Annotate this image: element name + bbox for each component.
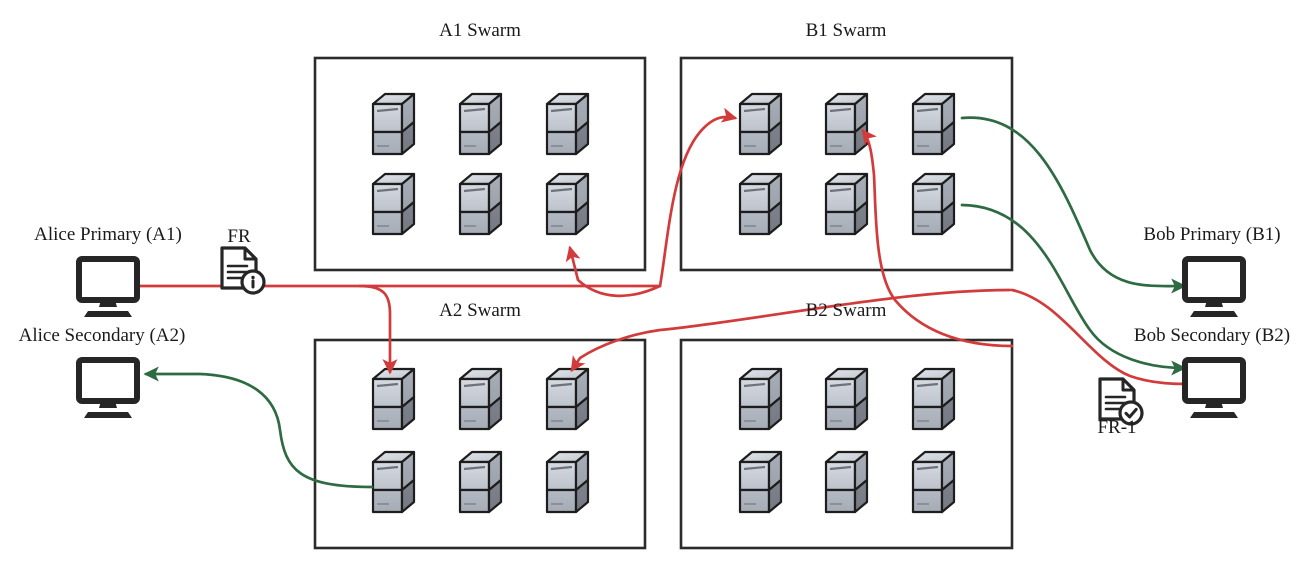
- endpoint-label-alice-primary: Alice Primary (A1): [34, 224, 182, 245]
- server-icon-b2-3[interactable]: [911, 367, 956, 431]
- monitor-neck: [99, 401, 117, 408]
- server-front-lower: [738, 488, 771, 514]
- server-icon-a2-1[interactable]: [371, 367, 416, 431]
- server-front-lower: [824, 488, 857, 514]
- monitor-icon-bob-secondary[interactable]: [1182, 357, 1246, 418]
- monitor-neck: [99, 300, 117, 307]
- server-icon-b1-1[interactable]: [738, 92, 783, 156]
- monitor-stand: [84, 412, 132, 418]
- swarm-box-a1: [313, 56, 647, 272]
- endpoint-label-bob-primary: Bob Primary (B1): [1143, 224, 1280, 245]
- server-icon-b1-5[interactable]: [824, 172, 869, 236]
- server-front-lower: [371, 130, 404, 156]
- monitor-neck: [1205, 300, 1223, 307]
- monitor-screen: [1182, 357, 1246, 404]
- monitor-screen: [1182, 256, 1246, 303]
- server-icon-a1-5[interactable]: [458, 172, 503, 236]
- server-icon-a1-1[interactable]: [371, 92, 416, 156]
- monitor-screen: [76, 357, 140, 404]
- server-front-lower: [911, 488, 944, 514]
- server-front-lower: [911, 130, 944, 156]
- monitor-neck: [1205, 401, 1223, 408]
- monitor-icon-bob-primary[interactable]: [1182, 256, 1246, 317]
- server-icon-b2-6[interactable]: [911, 450, 956, 514]
- server-front-lower: [824, 405, 857, 431]
- server-icon-a2-4[interactable]: [371, 450, 416, 514]
- swarm-boxes-group: [313, 56, 1014, 550]
- server-icon-a2-5[interactable]: [458, 450, 503, 514]
- diagram-canvas: A1 Swarm B1 Swarm A2 Swarm B2 Swarm Alice Pr…: [0, 0, 1316, 567]
- server-icon-a1-2[interactable]: [458, 92, 503, 156]
- server-front-lower: [738, 210, 771, 236]
- server-front-lower: [458, 130, 491, 156]
- server-icon-b2-1[interactable]: [738, 367, 783, 431]
- endpoint-label-bob-secondary: Bob Secondary (B2): [1134, 325, 1290, 346]
- server-front-lower: [545, 488, 578, 514]
- server-front-lower: [738, 405, 771, 431]
- server-front-lower: [458, 405, 491, 431]
- monitor-stand: [1190, 412, 1238, 418]
- server-front-lower: [371, 488, 404, 514]
- server-icon-a1-3[interactable]: [545, 92, 590, 156]
- server-icon-b2-2[interactable]: [824, 367, 869, 431]
- server-icon-a2-2[interactable]: [458, 367, 503, 431]
- server-front-lower: [911, 210, 944, 236]
- server-front-lower: [911, 405, 944, 431]
- flow-links-group: [137, 107, 1188, 489]
- server-front-lower: [738, 130, 771, 156]
- endpoint-label-alice-secondary: Alice Secondary (A2): [19, 325, 186, 346]
- server-front-lower: [545, 405, 578, 431]
- document-label-fr-1: FR-1: [1097, 417, 1136, 438]
- server-icon-a1-6[interactable]: [545, 172, 590, 236]
- swarm-box-b1: [679, 56, 1014, 272]
- server-front-lower: [824, 210, 857, 236]
- server-front-lower: [458, 210, 491, 236]
- server-front-lower: [371, 210, 404, 236]
- monitor-icon-alice-primary[interactable]: [76, 256, 140, 317]
- server-icon-b1-6[interactable]: [911, 172, 956, 236]
- server-icon-b2-5[interactable]: [824, 450, 869, 514]
- server-front-lower: [545, 210, 578, 236]
- server-front-lower: [371, 405, 404, 431]
- server-icon-a2-3[interactable]: [545, 367, 590, 431]
- swarm-title-a2: A2 Swarm: [439, 300, 521, 321]
- document-icon-fr[interactable]: [220, 246, 266, 295]
- monitor-stand: [1190, 311, 1238, 317]
- monitor-screen: [76, 256, 140, 303]
- server-icon-a2-6[interactable]: [545, 450, 590, 514]
- monitor-icon-alice-secondary[interactable]: [76, 357, 140, 418]
- server-front-lower: [824, 130, 857, 156]
- server-icon-b2-4[interactable]: [738, 450, 783, 514]
- monitor-stand: [84, 311, 132, 317]
- server-front-lower: [458, 488, 491, 514]
- swarm-title-a1: A1 Swarm: [439, 20, 521, 41]
- document-label-fr: FR: [227, 226, 251, 247]
- swarm-title-b1: B1 Swarm: [806, 20, 887, 41]
- server-icon-b1-3[interactable]: [911, 92, 956, 156]
- server-front-lower: [545, 130, 578, 156]
- diagram-svg: A1 Swarm B1 Swarm A2 Swarm B2 Swarm Alice Pr…: [19, 20, 1290, 550]
- server-icon-b1-4[interactable]: [738, 172, 783, 236]
- info-dot: [251, 275, 255, 280]
- server-icon-a1-4[interactable]: [371, 172, 416, 236]
- server-icon-b1-2[interactable]: [824, 92, 869, 156]
- swarm-title-b2: B2 Swarm: [806, 300, 887, 321]
